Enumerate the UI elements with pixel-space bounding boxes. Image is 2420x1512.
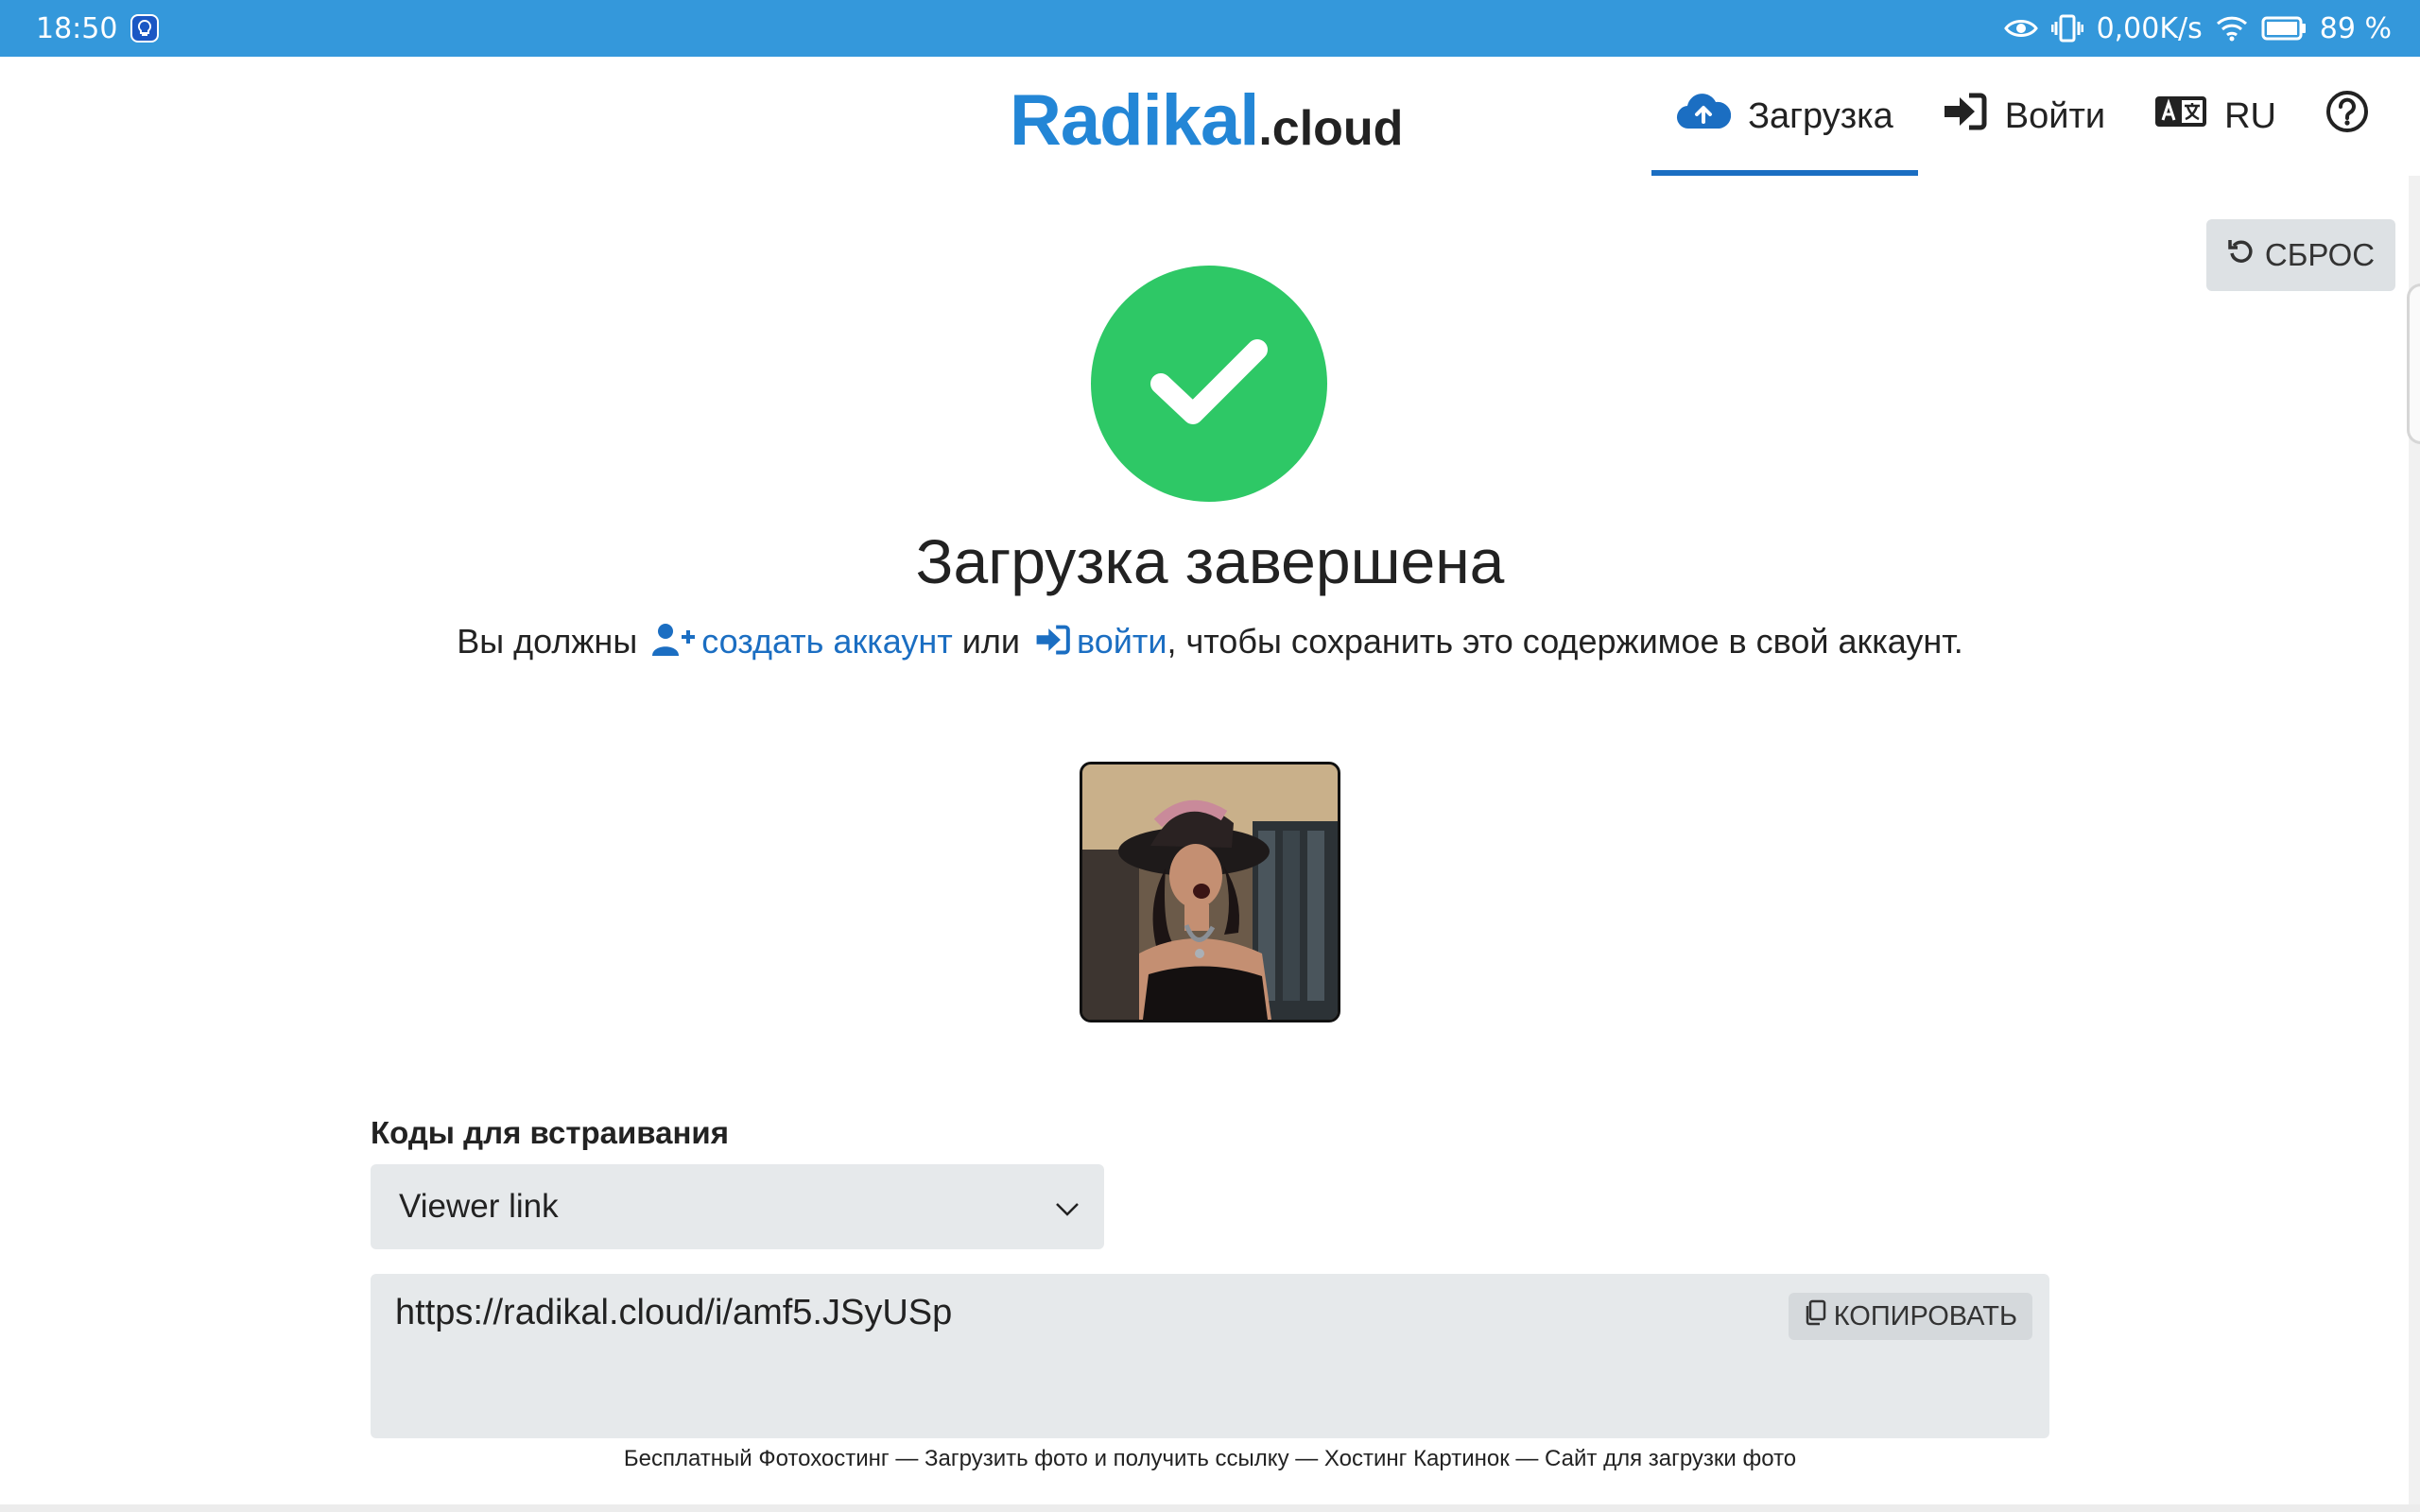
reset-button[interactable]: СБРОС	[2206, 219, 2395, 291]
reset-label: СБРОС	[2264, 237, 2376, 272]
embed-type-selected: Viewer link	[399, 1188, 559, 1225]
site-logo[interactable]: Radikal .cloud	[1010, 79, 1403, 162]
copy-button[interactable]: КОПИРОВАТЬ	[1788, 1293, 2032, 1340]
nav-login[interactable]: Войти	[1918, 57, 2130, 176]
language-icon	[2154, 95, 2207, 137]
bulb-app-icon	[130, 14, 160, 43]
nav-login-label: Войти	[2004, 95, 2106, 136]
login-link[interactable]: войти	[1029, 622, 1167, 661]
page-title: Загрузка завершена	[915, 526, 1505, 596]
wifi-icon	[2216, 15, 2248, 42]
embed-type-select[interactable]: Viewer link	[371, 1164, 1104, 1249]
login-link-label: войти	[1077, 622, 1167, 661]
battery-level: 89 %	[2319, 11, 2392, 45]
undo-icon	[2227, 237, 2256, 273]
vibrate-icon	[2050, 14, 2083, 43]
footer-text: Бесплатный Фотохостинг — Загрузить фото …	[623, 1446, 1797, 1471]
nav-upload[interactable]: Загрузка	[1651, 57, 1918, 176]
nav-language[interactable]: RU	[2130, 57, 2301, 176]
create-account-label: создать аккаунт	[701, 622, 953, 661]
edge-panel-handle[interactable]	[2407, 284, 2420, 444]
copy-label: КОПИРОВАТЬ	[1833, 1300, 2017, 1332]
help-button[interactable]	[2301, 57, 2394, 176]
notice-prefix: Вы должны	[457, 622, 638, 661]
battery-icon	[2261, 16, 2307, 41]
account-notice: Вы должны создать аккаунт или войти, что…	[0, 622, 2420, 665]
embed-codes-label: Коды для встраивания	[371, 1115, 729, 1150]
success-badge	[1091, 266, 1327, 502]
nav-language-label: RU	[2224, 95, 2276, 136]
chevron-down-icon	[1055, 1188, 1080, 1226]
copy-icon	[1804, 1299, 1826, 1333]
embed-code-textarea[interactable]: https://radikal.cloud/i/amf5.JSyUSp КОПИ…	[371, 1274, 2049, 1438]
status-bar: 18:50 0,00K/s 89 %	[0, 0, 2420, 57]
uploaded-image-thumbnail[interactable]	[1080, 762, 1340, 1022]
net-speed: 0,00K/s	[2096, 11, 2203, 45]
checkmark-icon	[1148, 335, 1270, 434]
cloud-upload-icon	[1676, 93, 1732, 140]
user-plus-icon	[652, 623, 696, 665]
sign-in-link-icon	[1035, 624, 1071, 664]
main-nav: Загрузка Войти RU	[1651, 57, 2420, 176]
logo-suffix-text: .cloud	[1258, 101, 1404, 156]
logo-main-text: Radikal	[1010, 80, 1259, 161]
embed-code-value: https://radikal.cloud/i/amf5.JSyUSp	[395, 1293, 953, 1332]
question-circle-icon	[2325, 90, 2369, 143]
create-account-link[interactable]: создать аккаунт	[647, 622, 962, 661]
status-time: 18:50	[36, 11, 118, 45]
sign-in-icon	[1943, 92, 1988, 141]
notice-suffix: , чтобы сохранить это содержимое в свой …	[1167, 622, 1963, 661]
nav-upload-label: Загрузка	[1748, 95, 1893, 136]
eye-icon	[2003, 17, 2038, 40]
site-header: Radikal .cloud Загрузка Войти RU	[0, 57, 2420, 176]
bottom-edge	[0, 1504, 2420, 1512]
notice-or: или	[961, 622, 1020, 661]
